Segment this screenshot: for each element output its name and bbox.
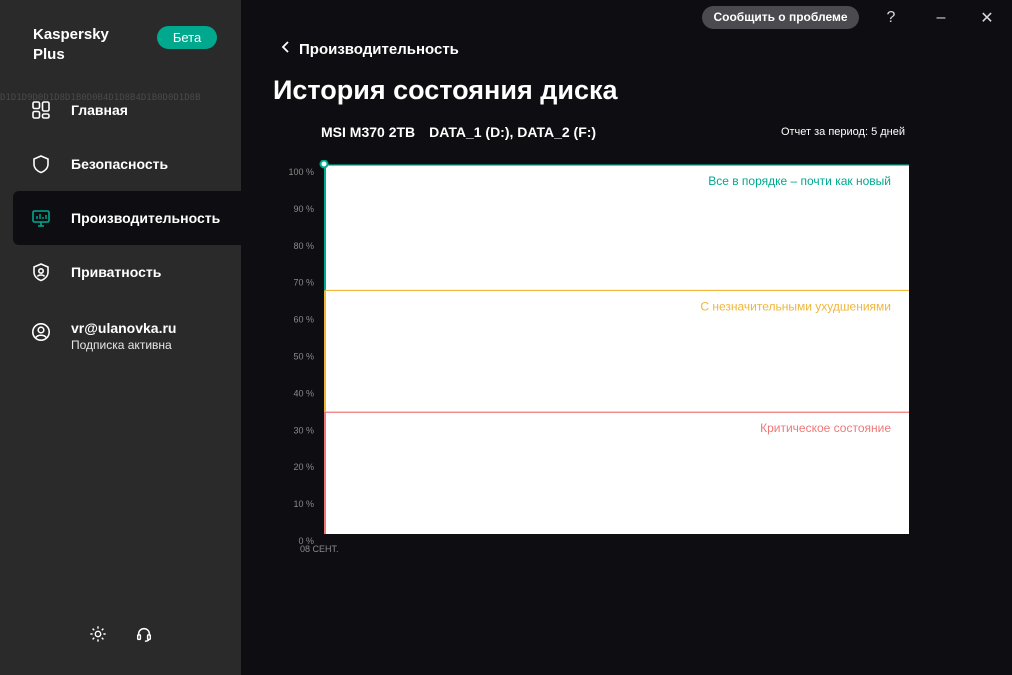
plot-background: [325, 165, 909, 534]
report-period: Отчет за период: 5 дней: [780, 126, 905, 138]
sidebar-item-privacy[interactable]: Приватность: [13, 245, 241, 299]
close-button[interactable]: ✕: [972, 6, 1002, 30]
y-tick-label: 80 %: [293, 241, 314, 251]
y-tick-label: 20 %: [293, 462, 314, 472]
home-grid-icon: [31, 100, 51, 120]
sidebar: Kaspersky Plus Бета D1D1D9D0D1D8D1B0D0B4…: [0, 0, 241, 675]
monitor-icon: [31, 208, 51, 228]
page-title: История состояния диска: [273, 75, 618, 105]
data-point: [319, 160, 329, 169]
account-email: vr@ulanovka.ru: [71, 320, 177, 336]
disk-tab-msi[interactable]: MSI M370 2TB: [321, 124, 415, 140]
x-tick-label: 08 СЕНТ.: [300, 544, 339, 554]
sidebar-item-label: Приватность: [71, 264, 162, 280]
sidebar-item-label: Производительность: [71, 210, 221, 226]
disk-tab-data[interactable]: DATA_1 (D:), DATA_2 (F:): [429, 124, 596, 140]
back-link[interactable]: Производительность: [281, 40, 459, 59]
help-button[interactable]: ?: [876, 6, 906, 30]
sidebar-item-label: Главная: [71, 102, 128, 118]
user-icon: [31, 322, 51, 342]
zone-label: С незначительными ухудшениями: [700, 299, 891, 313]
y-tick-label: 70 %: [293, 278, 314, 288]
account-item[interactable]: vr@ulanovka.ru Подписка активна: [13, 310, 241, 370]
y-tick-label: 40 %: [293, 388, 314, 398]
minimize-button[interactable]: –: [926, 6, 956, 30]
back-link-label: Производительность: [299, 41, 459, 58]
sidebar-item-performance[interactable]: Производительность: [13, 191, 241, 245]
chevron-left-icon: [281, 40, 291, 59]
zone-label: Все в порядке – почти как новый: [708, 174, 891, 188]
sidebar-item-label: Безопасность: [71, 156, 169, 172]
beta-badge: Бета: [157, 26, 217, 49]
privacy-shield-icon: [31, 262, 51, 282]
subscription-status: Подписка активна: [71, 338, 172, 352]
support-headset-icon[interactable]: [134, 624, 154, 644]
y-tick-label: 60 %: [293, 315, 314, 325]
y-tick-label: 90 %: [293, 204, 314, 214]
y-tick-label: 50 %: [293, 352, 314, 362]
zone-label: Критическое состояние: [760, 421, 891, 435]
sidebar-item-home[interactable]: Главная: [13, 83, 241, 137]
report-problem-button[interactable]: Сообщить о проблеме: [702, 6, 859, 29]
y-tick-label: 30 %: [293, 425, 314, 435]
disk-health-chart: Все в порядке – почти как новый С незначи…: [280, 160, 920, 560]
brand-title: Kaspersky Plus: [33, 26, 109, 63]
chart-svg: Все в порядке – почти как новый С незначи…: [288, 160, 909, 554]
y-tick-label: 10 %: [293, 499, 314, 509]
disk-tabs: MSI M370 2TB DATA_1 (D:), DATA_2 (F:): [321, 124, 596, 140]
shield-icon: [31, 154, 51, 174]
settings-gear-icon[interactable]: [88, 624, 108, 644]
y-tick-label: 100 %: [288, 167, 314, 177]
sidebar-item-security[interactable]: Безопасность: [13, 137, 241, 191]
